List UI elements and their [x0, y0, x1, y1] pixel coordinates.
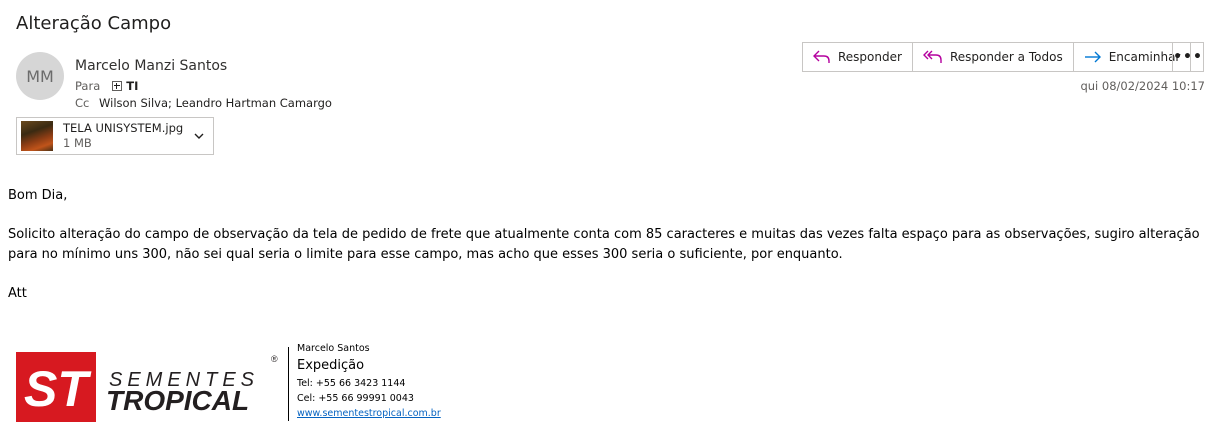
body-paragraph: Solicito alteração do campo de observaçã… [8, 227, 1200, 262]
reply-all-button[interactable]: Responder a Todos [913, 43, 1074, 71]
sender-name[interactable]: Marcelo Manzi Santos [75, 58, 227, 74]
attachment-card[interactable]: TELA UNISYSTEM.jpg 1 MB [16, 117, 214, 155]
more-actions-button[interactable]: ••• [1172, 42, 1204, 72]
body-closing: Att [8, 286, 27, 301]
signature-dept: Expedição [297, 358, 365, 373]
cc-label: Cc [75, 96, 90, 110]
logo-line2: TROPICAL [106, 385, 249, 416]
reply-button[interactable]: Responder [803, 43, 913, 71]
signature-text: Marcelo Santos Expedição Tel: +55 66 342… [297, 341, 441, 421]
attachment-size: 1 MB [63, 136, 92, 150]
message-actions: Responder Responder a Todos Encaminhar [802, 42, 1192, 72]
message-body: Bom Dia, Solicito alteração do campo de … [8, 186, 1204, 304]
logo-mark: ST [24, 361, 92, 417]
sent-date: qui 08/02/2024 10:17 [1080, 79, 1205, 93]
attachment-thumbnail [21, 121, 53, 151]
reply-label: Responder [838, 50, 902, 64]
reply-icon [813, 50, 830, 63]
forward-icon [1084, 51, 1101, 63]
attachment-name: TELA UNISYSTEM.jpg [63, 121, 184, 135]
signature-cel: Cel: +55 66 99991 0043 [297, 393, 414, 404]
forward-label: Encaminhar [1108, 50, 1181, 64]
cc-row: Cc Wilson Silva; Leandro Hartman Camargo [75, 96, 332, 110]
logo-registered: ® [271, 354, 278, 364]
signature-name: Marcelo Santos [297, 343, 370, 354]
body-greeting: Bom Dia, [8, 188, 68, 203]
reply-all-label: Responder a Todos [949, 50, 1063, 64]
reply-all-icon [922, 50, 942, 63]
signature-divider [288, 347, 289, 421]
cc-recipients[interactable]: Wilson Silva; Leandro Hartman Camargo [99, 96, 332, 110]
to-recipient[interactable]: TI [126, 79, 138, 93]
expand-group-icon[interactable] [112, 81, 123, 91]
chevron-down-icon[interactable] [193, 130, 205, 142]
to-recipient-group[interactable]: TI [104, 79, 138, 93]
sender-avatar[interactable]: MM [16, 52, 64, 100]
sementes-tropical-logo: ST SEMENTES TROPICAL ® [16, 352, 278, 422]
to-label: Para [75, 79, 101, 93]
signature-website-link[interactable]: www.sementestropical.com.br [297, 408, 441, 419]
email-subject: Alteração Campo [16, 13, 172, 34]
signature-tel: Tel: +55 66 3423 1144 [297, 378, 406, 389]
to-row: Para TI [75, 79, 138, 93]
